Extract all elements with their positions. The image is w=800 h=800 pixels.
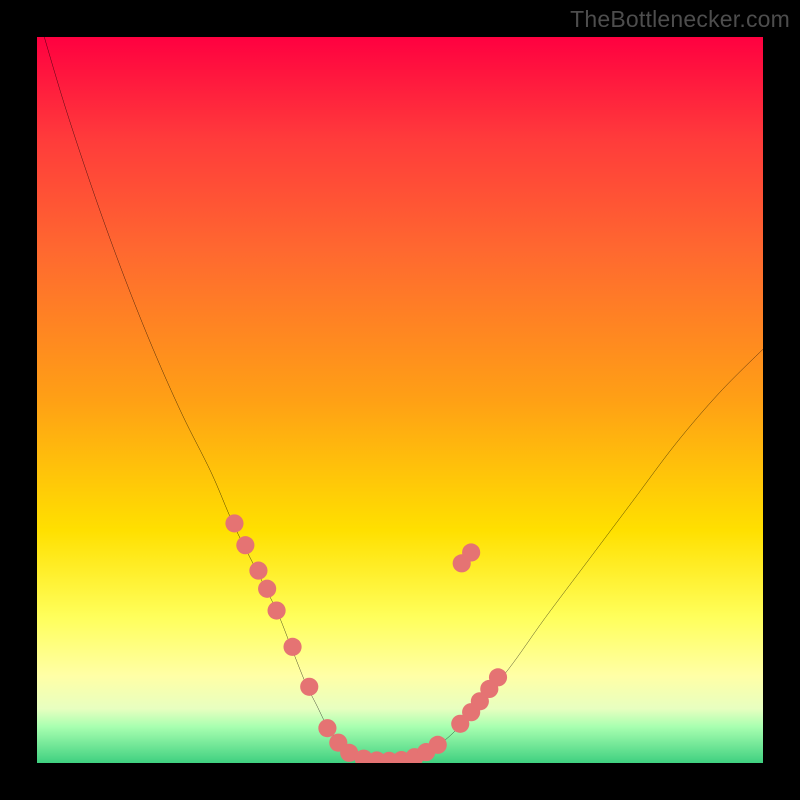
chart-stage: TheBottlenecker.com <box>0 0 800 800</box>
data-marker <box>340 744 358 762</box>
data-marker <box>462 543 480 561</box>
data-marker <box>329 734 347 752</box>
curve-layer <box>37 37 763 763</box>
data-marker <box>283 638 301 656</box>
plot-area <box>37 37 763 763</box>
data-marker <box>480 680 498 698</box>
data-marker <box>300 678 318 696</box>
data-marker <box>318 719 336 737</box>
data-marker <box>392 751 410 763</box>
data-marker <box>489 668 507 686</box>
data-markers <box>225 514 507 763</box>
data-marker <box>462 703 480 721</box>
data-marker <box>429 736 447 754</box>
data-marker <box>355 750 373 763</box>
bottleneck-curve <box>44 37 763 761</box>
data-marker <box>405 748 423 763</box>
data-marker <box>236 536 254 554</box>
data-marker <box>451 715 469 733</box>
data-marker <box>268 601 286 619</box>
data-marker <box>368 751 386 763</box>
data-marker <box>258 580 276 598</box>
data-marker <box>417 743 435 761</box>
data-marker <box>453 554 471 572</box>
data-marker <box>225 514 243 532</box>
watermark-text: TheBottlenecker.com <box>570 6 790 33</box>
data-marker <box>380 752 398 763</box>
data-marker <box>249 562 267 580</box>
data-marker <box>471 692 489 710</box>
